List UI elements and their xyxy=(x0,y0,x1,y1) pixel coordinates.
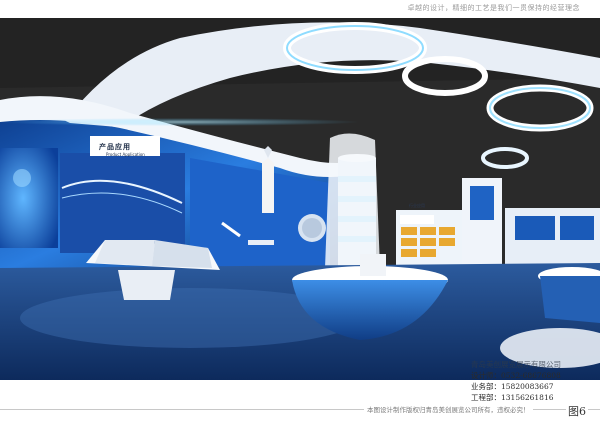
ship-icon xyxy=(248,240,274,245)
engineering-phone: 13156261816 xyxy=(501,393,554,402)
sales-phone: 15820083667 xyxy=(501,382,554,391)
main-graphic-panel xyxy=(60,153,185,253)
product-sign-subtitle: Product Application xyxy=(106,152,145,157)
contact-block: 青岛美创展览展示有限公司 设计师：0532-68676808 业务部：15820… xyxy=(471,359,561,403)
footer: 本图设计制作版权归青岛美创展览公司所有，违权必究！ 图6 xyxy=(0,402,600,424)
counter-monitor xyxy=(360,254,386,276)
designer-label: 设计师： xyxy=(471,371,501,380)
right-counter xyxy=(540,276,600,323)
figure-label: 图6 xyxy=(566,403,588,419)
company-name: 青岛美创展览展示有限公司 xyxy=(471,360,561,369)
rocket-icon xyxy=(262,158,274,213)
render-illustration xyxy=(0,18,600,380)
engineering-label: 工程部： xyxy=(471,393,501,402)
designer-phone: 0532-68676808 xyxy=(501,371,561,380)
exhibition-render xyxy=(0,18,600,380)
designer-line: 设计师：0532-68676808 xyxy=(471,370,561,381)
sales-label: 业务部： xyxy=(471,382,501,391)
left-wall-graphic xyxy=(0,148,58,248)
page-frame: 卓越的设计，精细的工艺是我们一贯保持的经营理念 产品应用 Product App… xyxy=(0,0,600,424)
product-sign-title: 产品应用 xyxy=(99,143,131,151)
slogan-caption: 卓越的设计，精细的工艺是我们一贯保持的经营理念 xyxy=(407,4,580,12)
sales-line: 业务部：15820083667 xyxy=(471,381,561,392)
kiosk-sign-label: 行业应用 xyxy=(409,203,425,208)
copyright-notice: 本图设计制作版权归青岛美创展览公司所有，违权必究！ xyxy=(364,404,533,414)
